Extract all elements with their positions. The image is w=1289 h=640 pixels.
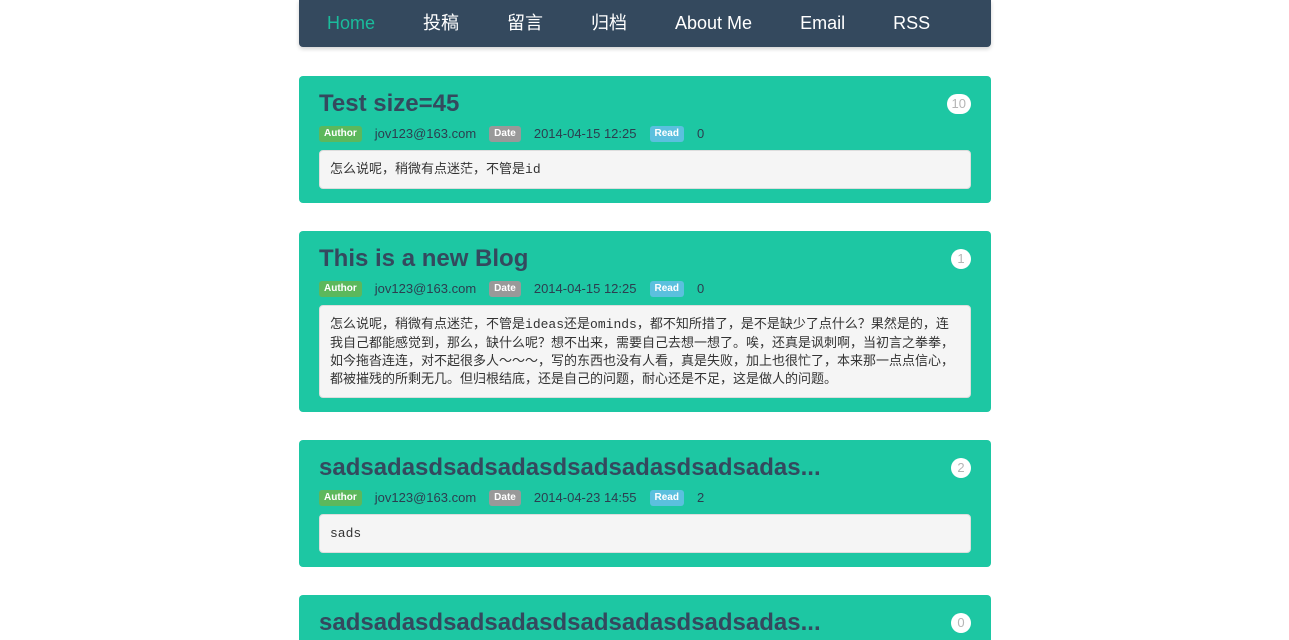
excerpt-code: id (525, 162, 541, 177)
excerpt-code: ideas (525, 317, 565, 332)
post-meta: Author jov123@163.com Date 2014-04-23 14… (319, 486, 971, 508)
top-navbar: Home 投稿 留言 归档 About Me Email RSS (299, 0, 991, 47)
blog-page: Home 投稿 留言 归档 About Me Email RSS Test si… (0, 0, 1289, 640)
post-card: Test size=45 10 Author jov123@163.com Da… (299, 76, 991, 203)
date-value: 2014-04-15 12:25 (533, 280, 637, 296)
author-value: jov123@163.com (374, 280, 477, 296)
post-meta: Author jov123@163.com Date 2014-04-15 12… (319, 277, 971, 299)
read-count: 0 (696, 125, 705, 141)
excerpt-text: 怎么说呢，稍微有点迷茫，不管是 (330, 316, 526, 331)
nav-about-me[interactable]: About Me (651, 0, 776, 47)
post-meta: Author jov123@163.com Date 2014-04-15 12… (319, 122, 971, 144)
excerpt-text: 还是 (564, 316, 591, 331)
date-label: Date (489, 281, 521, 297)
author-label: Author (319, 281, 362, 297)
date-value: 2014-04-23 14:55 (533, 489, 637, 505)
nav-email[interactable]: Email (776, 0, 869, 47)
nav-guestbook[interactable]: 留言 (483, 0, 567, 47)
author-value: jov123@163.com (374, 489, 477, 505)
post-title[interactable]: sadsadasdsadsadasdsadsadasdsadsadas... (319, 452, 971, 484)
excerpt-text: 怎么说呢，稍微有点迷茫，不管是 (330, 161, 526, 176)
comment-count-badge: 0 (951, 613, 971, 633)
read-label: Read (649, 281, 684, 297)
author-label: Author (319, 126, 362, 142)
comment-count-badge: 1 (951, 249, 971, 269)
author-value: jov123@163.com (374, 125, 477, 141)
read-count: 2 (696, 489, 705, 505)
post-header: sadsadasdsadsadasdsadsadasdsadsadas... 2 (319, 452, 971, 484)
nav-submit[interactable]: 投稿 (399, 0, 483, 47)
date-label: Date (489, 126, 521, 142)
post-title[interactable]: This is a new Blog (319, 243, 971, 275)
comment-count-badge: 10 (946, 94, 971, 114)
post-card: sadsadasdsadsadasdsadsadasdsadsadas... 2… (299, 440, 991, 567)
post-header: sadsadasdsadsadasdsadsadasdsadsadas... 0 (319, 607, 971, 639)
post-header: This is a new Blog 1 (319, 243, 971, 275)
read-count: 0 (696, 280, 705, 296)
comment-count-badge: 2 (951, 458, 971, 478)
post-excerpt: sads (319, 514, 971, 553)
author-label: Author (319, 490, 362, 506)
post-header: Test size=45 10 (319, 88, 971, 120)
post-title[interactable]: Test size=45 (319, 88, 971, 120)
read-label: Read (649, 490, 684, 506)
post-excerpt: 怎么说呢，稍微有点迷茫，不管是ideas还是ominds，都不知所措了，是不是缺… (319, 305, 971, 398)
nav-archive[interactable]: 归档 (567, 0, 651, 47)
post-excerpt: 怎么说呢，稍微有点迷茫，不管是id (319, 150, 971, 189)
nav-home[interactable]: Home (303, 0, 399, 47)
post-title[interactable]: sadsadasdsadsadasdsadsadasdsadsadas... (319, 607, 971, 639)
date-label: Date (489, 490, 521, 506)
excerpt-code: sads (330, 526, 362, 541)
excerpt-code: ominds (590, 317, 637, 332)
post-card: This is a new Blog 1 Author jov123@163.c… (299, 231, 991, 412)
read-label: Read (649, 126, 684, 142)
date-value: 2014-04-15 12:25 (533, 125, 637, 141)
post-card: sadsadasdsadsadasdsadsadasdsadsadas... 0 (299, 595, 991, 640)
nav-rss[interactable]: RSS (869, 0, 954, 47)
